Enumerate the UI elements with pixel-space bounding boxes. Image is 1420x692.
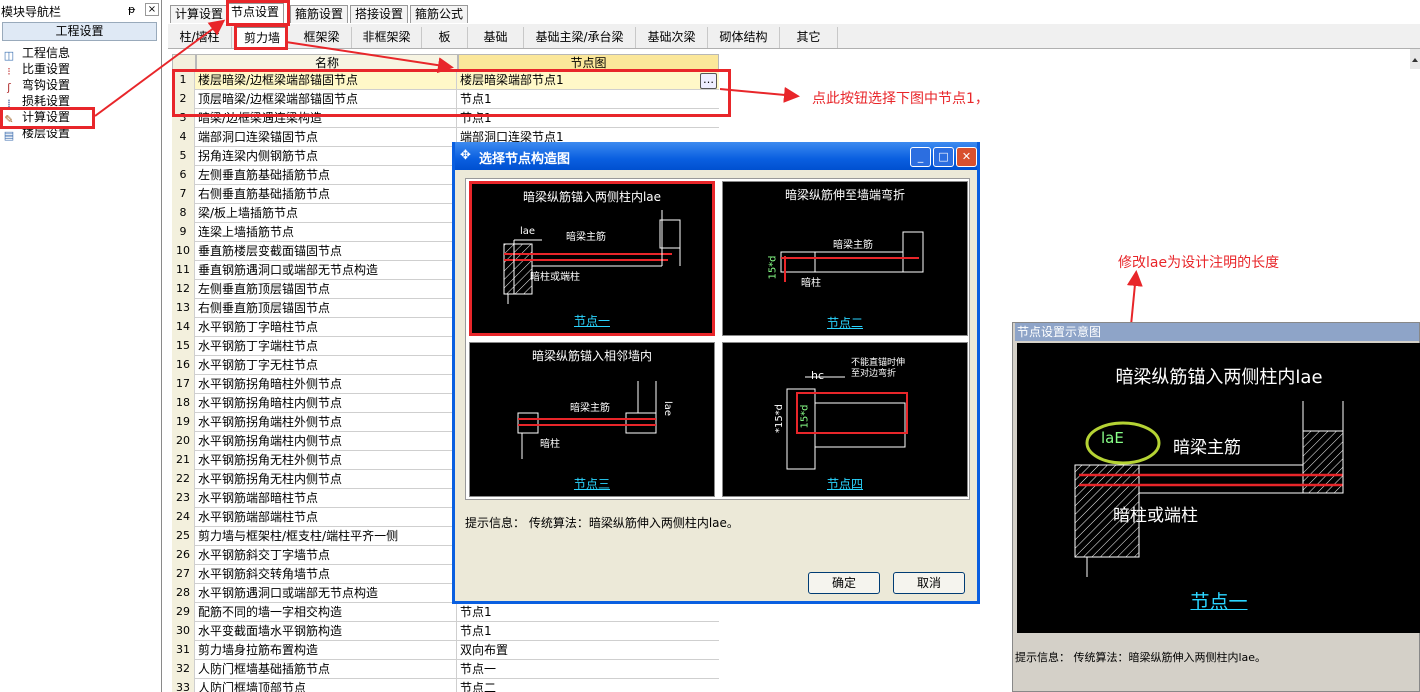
dialog-hint: 提示信息： 传统算法：暗梁纵筋伸入两侧柱内lae。 xyxy=(465,516,739,530)
lae-label: lae xyxy=(520,226,536,237)
ok-button[interactable]: 确定 xyxy=(808,572,880,594)
note-line-2: 至对边弯折 xyxy=(851,369,897,379)
main-rebar-label: 暗梁主筋 xyxy=(833,240,873,251)
preview-node-link: 节点一 xyxy=(1190,591,1248,613)
lae-label: lae xyxy=(662,400,674,417)
node-option-4-link[interactable]: 节点四 xyxy=(723,475,967,492)
preview-hint: 提示信息： 传统算法：暗梁纵筋伸入两侧柱内lae。 xyxy=(1015,651,1267,664)
hc-label: hc xyxy=(811,369,825,382)
d15-outer-label: *15*d xyxy=(774,403,786,434)
node-option-3-title: 暗梁纵筋锚入相邻墙内 xyxy=(531,349,652,363)
dialog-close-button[interactable]: ✕ xyxy=(956,147,977,167)
dialog-titlebar[interactable]: ✥ 选择节点构造图 _ □ ✕ xyxy=(455,142,977,170)
preview-diagram: 暗梁纵筋锚入两侧柱内lae laE 暗梁主筋 暗柱或端柱 节点一 xyxy=(1017,343,1420,633)
cancel-button[interactable]: 取消 xyxy=(893,572,965,594)
preview-column-label: 暗柱或端柱 xyxy=(1113,506,1198,526)
annotation-click-button: 点此按钮选择下图中节点1， xyxy=(812,91,989,107)
preview-heading: 暗梁纵筋锚入两侧柱内lae xyxy=(1115,367,1323,388)
app-icon: ✥ xyxy=(460,148,471,163)
preview-main-rebar-label: 暗梁主筋 xyxy=(1173,438,1241,458)
main-rebar-label: 暗梁主筋 xyxy=(566,232,606,243)
node-option-4[interactable]: 不能直锚时伸 至对边弯折 hc *15*d 15*d 节点四 xyxy=(722,342,968,497)
annotation-modify-lae: 修改lae为设计注明的长度 xyxy=(1118,255,1280,271)
column-label: 暗柱 xyxy=(801,278,821,289)
d15-inner-label: 15*d xyxy=(799,404,811,429)
preview-lae-label: laE xyxy=(1101,429,1124,447)
node-option-3-link[interactable]: 节点三 xyxy=(470,475,714,492)
d15-label: 15*d xyxy=(767,255,779,280)
column-label: 暗柱或端柱 xyxy=(530,272,580,283)
node-option-2-title: 暗梁纵筋伸至墙端弯折 xyxy=(784,188,905,202)
node-option-2-link[interactable]: 节点二 xyxy=(723,314,967,331)
node-option-1[interactable]: 暗梁纵筋锚入两侧柱内lae lae 暗梁主筋 暗柱或端柱 节点一 xyxy=(469,181,715,336)
node-option-2[interactable]: 暗梁纵筋伸至墙端弯折 暗梁主筋 暗柱 15*d 节点二 xyxy=(722,181,968,336)
node-option-1-link[interactable]: 节点一 xyxy=(472,312,712,329)
node-option-1-title: 暗梁纵筋锚入两侧柱内lae xyxy=(522,190,662,204)
node-options-grid: 暗梁纵筋锚入两侧柱内lae lae 暗梁主筋 暗柱或端柱 节点一 暗梁纵筋伸至墙… xyxy=(465,178,970,500)
column-label: 暗柱 xyxy=(540,439,560,450)
node-preview-panel: 节点设置示意图 暗梁纵筋锚入两侧柱内lae laE 暗梁主筋 暗柱或端柱 节点一… xyxy=(1012,322,1420,692)
minimize-button[interactable]: _ xyxy=(910,147,931,167)
main-rebar-label: 暗梁主筋 xyxy=(570,403,610,414)
node-option-3[interactable]: 暗梁纵筋锚入相邻墙内 暗梁主筋 暗柱 lae 节点三 xyxy=(469,342,715,497)
maximize-button[interactable]: □ xyxy=(933,147,954,167)
preview-title: 节点设置示意图 xyxy=(1015,323,1419,341)
dialog-title: 选择节点构造图 xyxy=(479,152,571,167)
select-node-dialog: ✥ 选择节点构造图 _ □ ✕ 暗梁纵筋锚入两侧柱内lae lae 暗梁主筋 暗 xyxy=(452,142,980,604)
